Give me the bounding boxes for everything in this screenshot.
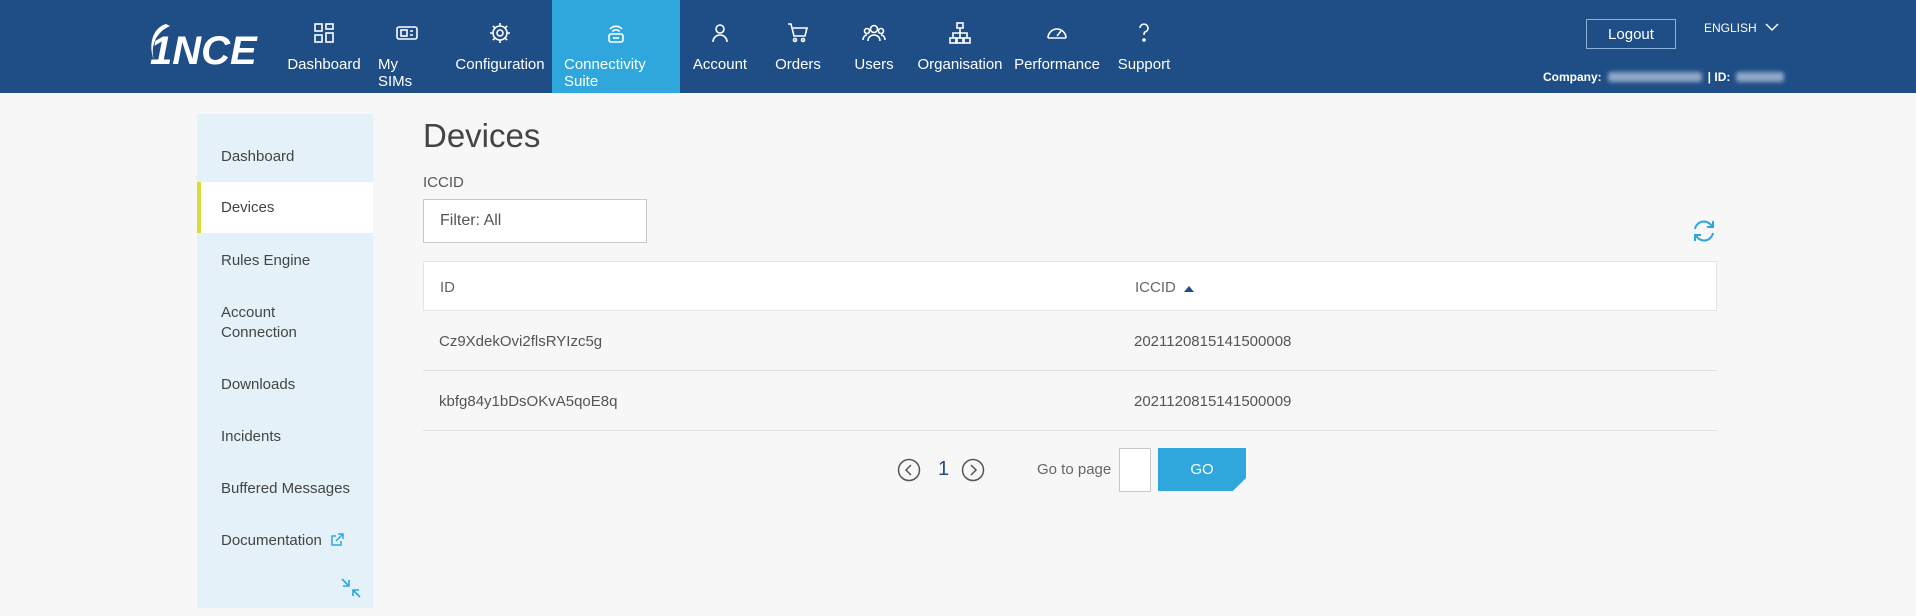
collapse-sidebar-icon[interactable] <box>339 576 363 600</box>
sim-icon <box>394 20 420 46</box>
id-label: | ID: <box>1707 70 1731 84</box>
column-header-id[interactable]: ID <box>440 262 455 312</box>
nav-connectivity-suite[interactable]: Connectivity Suite <box>552 0 680 93</box>
nav-users[interactable]: Users <box>836 0 912 93</box>
main-nav: Dashboard My SIMs Configuration Connecti… <box>282 0 1182 93</box>
nav-label: Dashboard <box>287 56 361 73</box>
chevron-down-icon <box>1765 21 1779 35</box>
column-header-iccid[interactable]: ICCID <box>1135 262 1194 312</box>
nav-label: Organisation <box>917 56 1003 73</box>
nav-label: My SIMs <box>378 56 413 90</box>
org-chart-icon <box>947 20 973 46</box>
current-page-number[interactable]: 1 <box>938 458 949 481</box>
dashboard-icon <box>311 20 337 46</box>
nav-performance[interactable]: Performance <box>1008 0 1106 93</box>
sort-ascending-icon <box>1183 280 1194 292</box>
sidebar-item-label: Devices <box>221 199 275 216</box>
sidebar-item-devices[interactable]: Devices <box>197 182 373 233</box>
redacted-company-name <box>1607 72 1702 82</box>
logout-button[interactable]: Logout <box>1586 19 1676 49</box>
users-icon <box>861 20 887 46</box>
question-icon <box>1131 20 1157 46</box>
sidebar-item-label: Documentation <box>221 531 322 549</box>
language-label: ENGLISH <box>1704 21 1757 35</box>
company-info: Company: | ID: <box>1543 70 1785 84</box>
nav-label: Connectivity Suite <box>564 56 646 90</box>
sidebar-item-label: Incidents <box>221 427 282 445</box>
cart-icon <box>785 20 811 46</box>
table-header: ID ICCID <box>423 261 1717 311</box>
nav-orders[interactable]: Orders <box>760 0 836 93</box>
go-to-page-label: Go to page <box>1037 461 1112 478</box>
nav-dashboard[interactable]: Dashboard <box>282 0 366 93</box>
next-page-icon[interactable] <box>961 458 985 482</box>
1nce-logo[interactable]: 1NCE <box>146 18 262 74</box>
nav-label: Support <box>1117 56 1171 73</box>
user-icon <box>707 20 733 46</box>
table-row[interactable]: kbfg84y1bDsOKvA5qoE8q 202112081514150000… <box>423 371 1717 431</box>
connectivity-icon <box>603 20 629 46</box>
cell-iccid: 2021120815141500008 <box>1134 332 1292 350</box>
nav-organisation[interactable]: Organisation <box>912 0 1008 93</box>
sidebar: Dashboard Devices Rules Engine Account C… <box>197 114 373 608</box>
nav-label: Users <box>854 56 894 73</box>
nav-account[interactable]: Account <box>680 0 760 93</box>
nav-my-sims[interactable]: My SIMs <box>366 0 448 93</box>
nav-label: Account <box>692 56 748 73</box>
nav-label: Orders <box>775 56 821 73</box>
sidebar-item-label: Account Connection <box>221 304 297 341</box>
sidebar-item-label: Buffered Messages <box>221 479 350 497</box>
iccid-filter-input[interactable] <box>423 199 647 243</box>
cell-id: kbfg84y1bDsOKvA5qoE8q <box>439 392 618 410</box>
page-title: Devices <box>423 117 541 154</box>
nav-label: Performance <box>1014 56 1100 73</box>
sidebar-item-account-connection[interactable]: Account Connection <box>197 301 373 345</box>
company-label: Company: <box>1543 70 1602 84</box>
cell-id: Cz9XdekOvi2flsRYIzc5g <box>439 332 603 350</box>
svg-text:1NCE: 1NCE <box>150 29 258 73</box>
nav-support[interactable]: Support <box>1106 0 1182 93</box>
previous-page-icon[interactable] <box>897 458 921 482</box>
sidebar-item-label: Downloads <box>221 375 296 393</box>
language-selector[interactable]: ENGLISH <box>1704 21 1779 35</box>
gear-icon <box>487 20 513 46</box>
sidebar-item-incidents[interactable]: Incidents <box>197 421 373 451</box>
redacted-id <box>1736 72 1785 82</box>
sidebar-item-buffered-messages[interactable]: Buffered Messages <box>197 473 373 503</box>
go-button[interactable]: GO <box>1158 448 1246 491</box>
refresh-icon[interactable] <box>1690 217 1718 245</box>
sidebar-item-label: Dashboard <box>221 147 295 165</box>
sidebar-item-label: Rules Engine <box>221 251 311 269</box>
nav-configuration[interactable]: Configuration <box>448 0 552 93</box>
iccid-filter-label: ICCID <box>423 174 464 191</box>
speedometer-icon <box>1044 20 1070 46</box>
go-to-page-input[interactable] <box>1119 448 1151 492</box>
sidebar-item-documentation[interactable]: Documentation <box>197 525 373 555</box>
devices-table: ID ICCID Cz9XdekOvi2flsRYIzc5g 202112081… <box>423 261 1717 431</box>
table-row[interactable]: Cz9XdekOvi2flsRYIzc5g 202112081514150000… <box>423 311 1717 371</box>
external-link-icon <box>330 533 344 547</box>
nav-label: Configuration <box>455 56 545 73</box>
sidebar-item-rules-engine[interactable]: Rules Engine <box>197 245 373 275</box>
cell-iccid: 2021120815141500009 <box>1134 392 1292 410</box>
top-navigation-bar: 1NCE Dashboard My SIMs Configuration Con… <box>0 0 1916 93</box>
sidebar-item-dashboard[interactable]: Dashboard <box>197 141 373 171</box>
sidebar-item-downloads[interactable]: Downloads <box>197 369 373 399</box>
